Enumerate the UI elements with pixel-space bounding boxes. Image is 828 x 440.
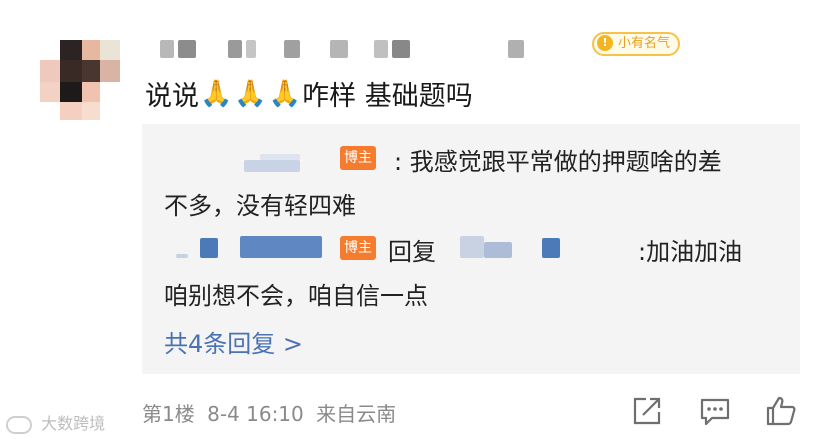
crown-icon: ! (597, 35, 613, 51)
mentioned-username-blurred[interactable] (460, 236, 484, 258)
reply-text-line1: :加油加油 (638, 238, 743, 266)
pray-emoji: 🙏 (200, 78, 233, 109)
watermark-text: 大数跨境 (41, 414, 106, 433)
blogger-badge: 博主 (340, 236, 376, 260)
replies-box[interactable]: 博主 : 我感觉跟平常做的押题啥的差 不多，没有轻四难 博主 回复 :加油加油 … (142, 124, 800, 374)
reply-username-blurred[interactable] (244, 160, 300, 172)
level-badge-label: 小有名气 (618, 36, 671, 51)
floor-number: 第1楼 (142, 402, 195, 426)
share-icon[interactable] (630, 394, 664, 428)
username-blurred[interactable] (160, 38, 524, 60)
level-badge: ! 小有名气 (592, 32, 681, 56)
watermark-logo-icon (6, 415, 32, 434)
like-icon[interactable] (764, 394, 798, 428)
more-replies-link[interactable]: 共4条回复 > (164, 324, 303, 359)
blogger-badge: 博主 (340, 146, 376, 170)
comment-icon[interactable] (698, 394, 732, 428)
reply-text-line2: 咱别想不会，咱自信一点 (164, 282, 428, 310)
post-time: 8-4 16:10 (207, 402, 304, 426)
reply-word: 回复 (388, 238, 436, 266)
comment-text-after: 咋样 基础题吗 (302, 81, 473, 112)
comment-text-before: 说说 (145, 81, 199, 112)
reply-text-line1: : 我感觉跟平常做的押题啥的差 (394, 148, 722, 176)
reply-username-blurred[interactable] (200, 238, 218, 258)
comment-meta: 第1楼 8-4 16:10 来自云南 (142, 398, 396, 427)
watermark: 大数跨境 (6, 410, 105, 434)
avatar[interactable] (40, 40, 120, 120)
reply-text-line2: 不多，没有轻四难 (164, 192, 356, 220)
pray-emoji: 🙏 (234, 78, 267, 109)
pray-emoji: 🙏 (268, 78, 302, 109)
post-source: 来自云南 (316, 402, 397, 426)
comment-text: 说说 🙏 🙏 🙏 咋样 基础题吗 (145, 74, 473, 113)
